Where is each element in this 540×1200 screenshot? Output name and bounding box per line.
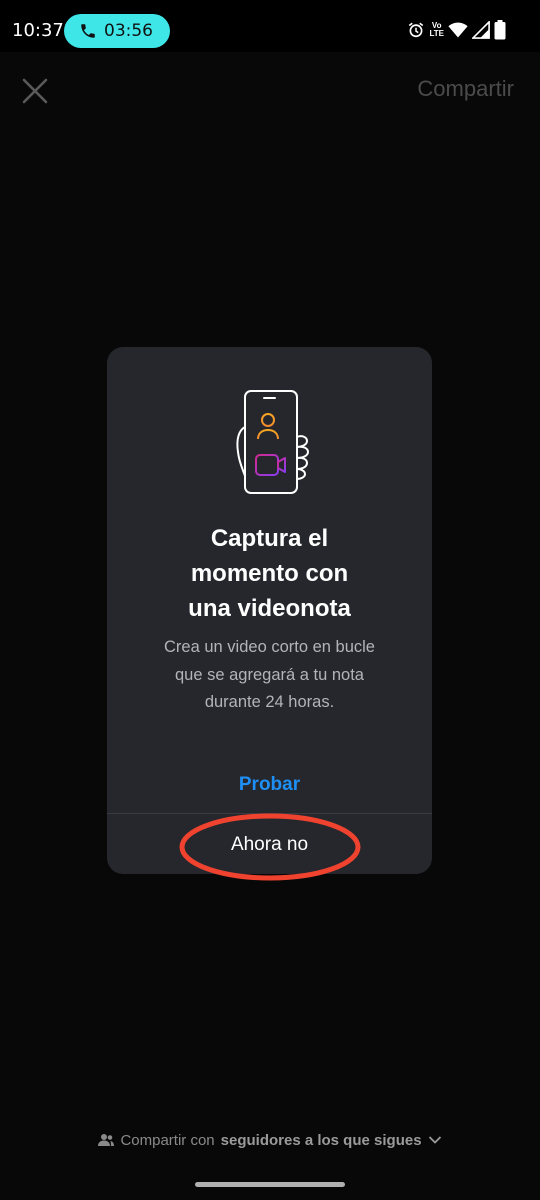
home-indicator[interactable] (195, 1182, 345, 1187)
not-now-button[interactable]: Ahora no (107, 825, 432, 865)
phone-icon (81, 24, 95, 38)
divider (107, 813, 432, 814)
signal-icon (472, 21, 490, 39)
share-button[interactable]: Compartir (417, 76, 514, 102)
phone-video-icon (236, 390, 310, 494)
status-bar: 10:37 03:56 Vo LTE (0, 0, 540, 52)
dialog-description: Crea un video corto en bucle que se agre… (164, 638, 375, 711)
try-button[interactable]: Probar (107, 765, 432, 805)
alarm-icon (409, 22, 424, 38)
share-audience-selector[interactable]: Compartir con seguidores a los que sigue… (0, 1128, 540, 1152)
chevron-down-icon (428, 1136, 441, 1144)
call-timer: 03:56 (104, 21, 153, 41)
videonote-dialog: Captura el momento con una videonota Cre… (107, 347, 432, 874)
people-icon (98, 1134, 115, 1146)
status-icons: Vo LTE (407, 20, 506, 40)
share-prefix: Compartir con (120, 1131, 215, 1149)
volte-icon: Vo LTE (429, 21, 444, 38)
wifi-icon (448, 22, 468, 38)
share-audience: seguidores a los que sigues (220, 1131, 422, 1149)
ongoing-call-chip[interactable]: 03:56 (64, 14, 170, 48)
close-icon[interactable] (20, 76, 50, 106)
dialog-title: Captura el momento con una videonota (188, 525, 351, 622)
status-time: 10:37 (12, 20, 64, 41)
battery-icon (494, 20, 506, 40)
top-bar: Compartir (0, 52, 540, 126)
